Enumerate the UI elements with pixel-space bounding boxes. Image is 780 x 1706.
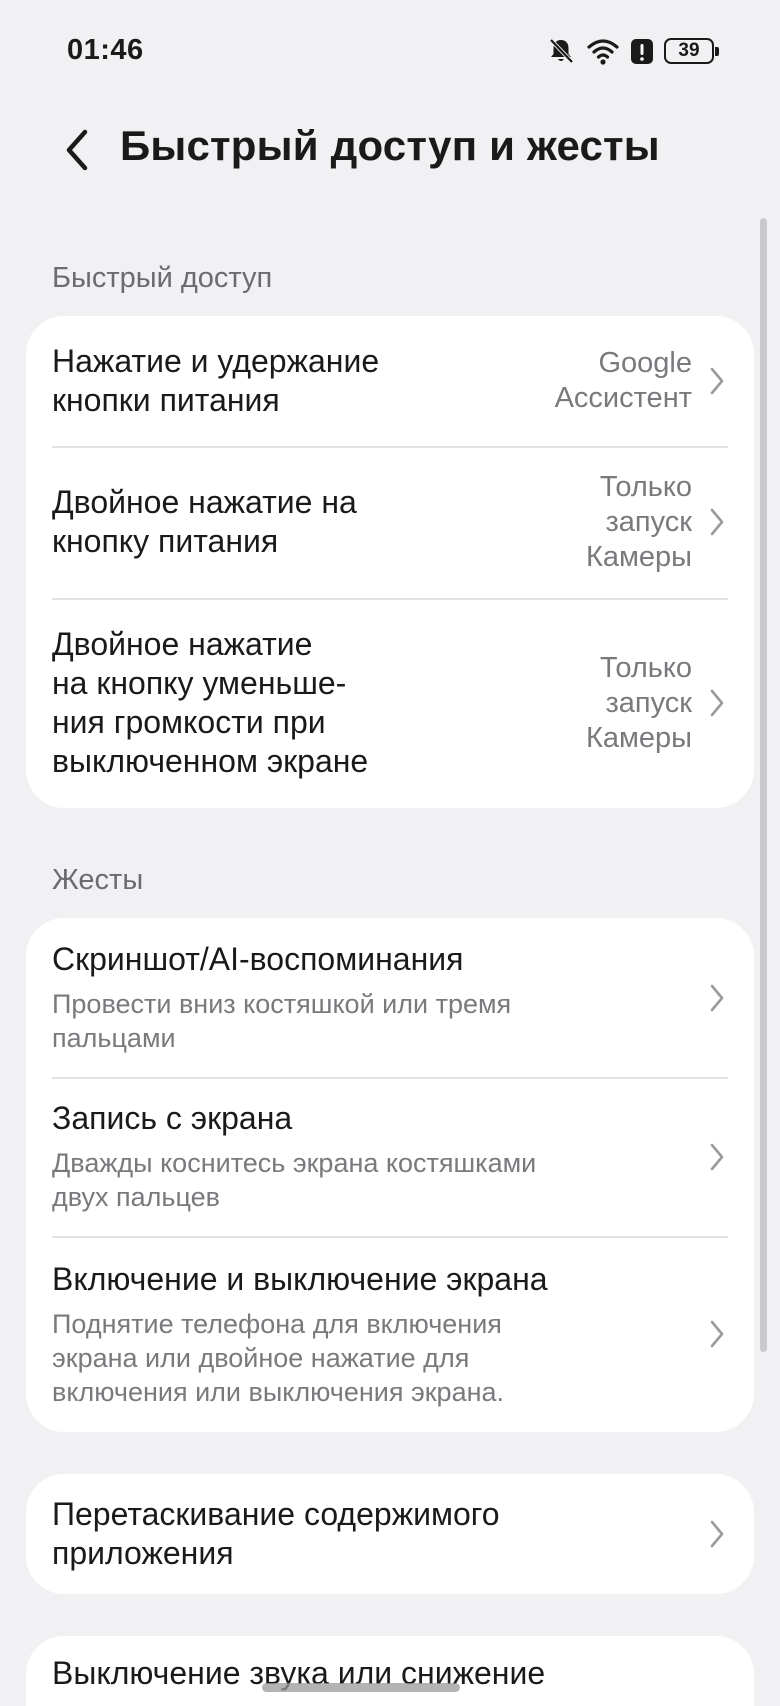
setting-title: Перетаскивание содержимого приложения xyxy=(52,1496,500,1571)
chevron-right-icon xyxy=(702,1137,732,1177)
chevron-left-icon xyxy=(66,129,88,171)
section-header-quick-access: Быстрый доступ xyxy=(52,262,273,294)
status-bar: 01:46 39 xyxy=(0,0,780,100)
setting-description: Провести вниз костяшкой или тремя пальца… xyxy=(52,989,512,1053)
chevron-right-icon xyxy=(702,361,732,401)
setting-title: Включение и выключение экрана xyxy=(52,1260,548,1297)
setting-screenshot[interactable]: Скриншот/AI-воспоминания Провести вниз к… xyxy=(26,918,754,1077)
alert-icon xyxy=(630,36,654,66)
scrollbar[interactable] xyxy=(760,218,767,1352)
battery-level: 39 xyxy=(678,40,700,61)
setting-screen-on-off[interactable]: Включение и выключение экрана Поднятие т… xyxy=(26,1236,754,1432)
setting-title: Двойное нажатие на кнопку питания xyxy=(52,484,357,559)
wifi-icon xyxy=(586,36,620,66)
setting-description: Дважды коснитесь экрана костяшками двух … xyxy=(52,1148,537,1212)
setting-power-double-tap[interactable]: Двойное нажатие на кнопку питания Только… xyxy=(26,446,754,598)
chevron-right-icon xyxy=(702,683,732,723)
chevron-right-icon xyxy=(702,1514,732,1554)
setting-power-hold[interactable]: Нажатие и удержание кнопки питания Googl… xyxy=(26,316,754,446)
chevron-right-icon xyxy=(702,978,732,1018)
setting-title: Скриншот/AI-воспоминания xyxy=(52,941,464,977)
setting-value: Только запуск Камеры xyxy=(585,651,692,754)
setting-description: Поднятие телефона для включения экрана и… xyxy=(52,1308,505,1407)
section-header-gestures: Жесты xyxy=(52,864,144,896)
setting-screen-recording[interactable]: Запись с экрана Дважды коснитесь экрана … xyxy=(26,1077,754,1236)
card-mute: Выключение звука или снижение xyxy=(26,1636,754,1706)
card-drag-content: Перетаскивание содержимого приложения xyxy=(26,1474,754,1594)
chevron-right-icon xyxy=(702,1314,732,1354)
status-time: 01:46 xyxy=(67,34,144,66)
battery-icon: 39 xyxy=(664,38,719,64)
setting-title: Двойное нажатие на кнопку уменьше- ния г… xyxy=(52,626,369,779)
status-icons: 39 xyxy=(546,34,719,68)
page-title: Быстрый доступ и жесты xyxy=(120,122,660,169)
home-indicator[interactable] xyxy=(262,1683,460,1692)
back-button[interactable] xyxy=(52,122,102,178)
setting-title: Нажатие и удержание кнопки питания xyxy=(52,343,380,418)
setting-value: Google Ассистент xyxy=(554,347,692,414)
chevron-right-icon xyxy=(702,502,732,542)
setting-volume-down-double-tap[interactable]: Двойное нажатие на кнопку уменьше- ния г… xyxy=(26,598,754,808)
card-gestures: Скриншот/AI-воспоминания Провести вниз к… xyxy=(26,918,754,1432)
app-header: Быстрый доступ и жесты xyxy=(0,100,780,200)
setting-value: Только запуск Камеры xyxy=(585,470,692,573)
setting-drag-content[interactable]: Перетаскивание содержимого приложения xyxy=(26,1474,754,1594)
setting-mute[interactable]: Выключение звука или снижение xyxy=(26,1636,754,1706)
settings-screen: 01:46 39 Быстрый доступ и жесты Быстрый … xyxy=(0,0,780,1706)
setting-title: Запись с экрана xyxy=(52,1100,293,1136)
bell-muted-icon xyxy=(546,36,576,66)
card-quick-access: Нажатие и удержание кнопки питания Googl… xyxy=(26,316,754,808)
